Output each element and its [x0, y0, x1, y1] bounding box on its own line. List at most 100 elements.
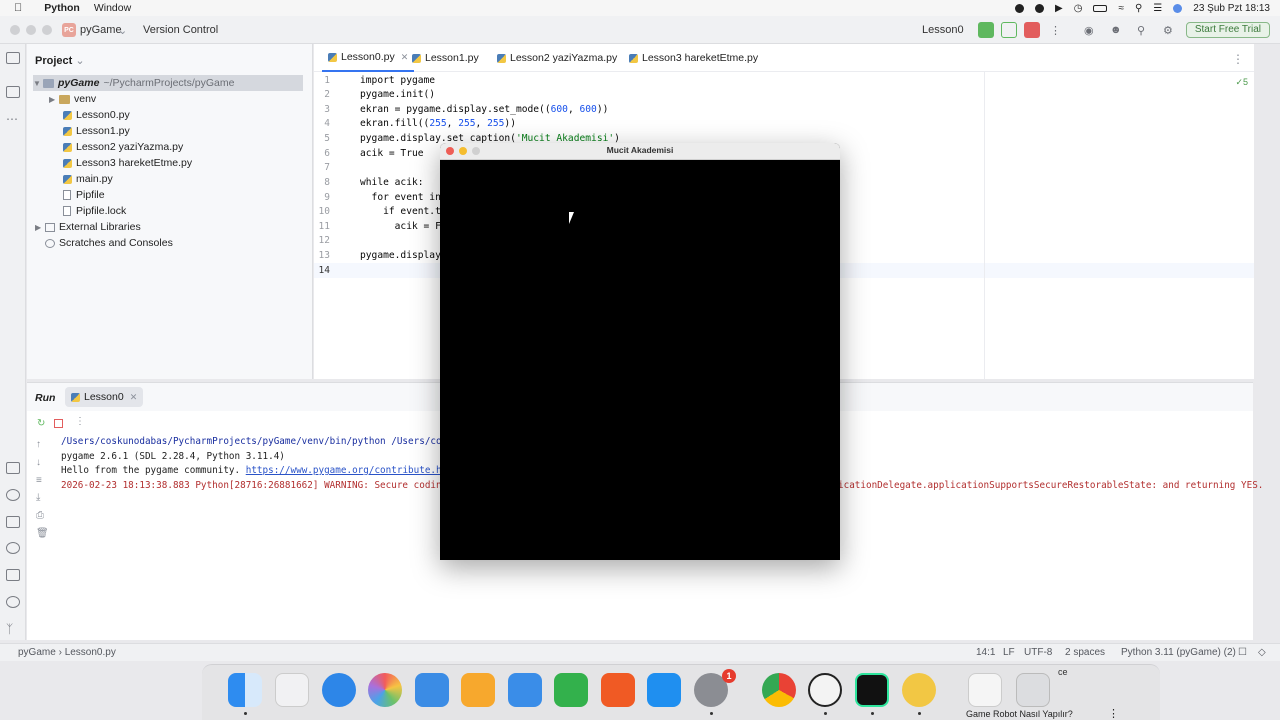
python-launcher-icon[interactable] — [902, 673, 936, 707]
notifications-icon[interactable]: ◇ — [1258, 647, 1266, 658]
window-zoom-button[interactable] — [42, 25, 52, 35]
more-tools-icon[interactable]: ⋯ — [6, 112, 20, 126]
terminal-icon[interactable] — [6, 569, 20, 581]
more-options-icon[interactable]: ⋮ — [1108, 707, 1119, 720]
battery-icon[interactable] — [1093, 4, 1108, 12]
tree-item-venv[interactable]: ▶ venv — [49, 91, 96, 107]
rerun-icon[interactable]: ↻ — [37, 418, 46, 429]
chrome-icon[interactable] — [762, 673, 796, 707]
finder-icon[interactable] — [228, 673, 262, 707]
cursor-position[interactable]: 14:1 — [976, 647, 995, 658]
tab-lesson0[interactable]: Lesson0.py ✕ — [322, 44, 415, 72]
launchpad-icon[interactable] — [275, 673, 309, 707]
run-config-selector[interactable]: Lesson0 — [922, 24, 964, 36]
print-icon[interactable]: ⎙ — [36, 510, 45, 521]
debug-button[interactable] — [1001, 22, 1017, 38]
file-encoding[interactable]: UTF-8 — [1024, 647, 1052, 658]
tree-item-main[interactable]: main.py — [63, 171, 113, 187]
python-interpreter[interactable]: Python 3.11 (pyGame) (2) — [1121, 647, 1236, 658]
tree-item-lesson3[interactable]: Lesson3 hareketEtme.py — [63, 155, 192, 171]
more-options-icon[interactable]: ⋮ — [1050, 24, 1061, 37]
panda-app-icon[interactable] — [808, 673, 842, 707]
pygame-window[interactable]: Mucit Akademisi — [440, 143, 840, 560]
vcs-tool-icon[interactable]: ᛉ — [6, 622, 20, 636]
expand-arrow-icon[interactable]: ▶ — [35, 223, 45, 232]
clock-icon[interactable]: ◷ — [1074, 3, 1083, 14]
code-line-2[interactable]: pygame.init() — [360, 89, 435, 100]
mail-icon[interactable] — [508, 673, 542, 707]
tab-lesson2[interactable]: Lesson2 yaziYazma.py — [491, 44, 623, 72]
code-line-13[interactable]: pygame.display. — [360, 250, 447, 261]
run-tab-lesson0[interactable]: Lesson0 ✕ — [65, 387, 144, 407]
code-line-1[interactable]: import pygame — [360, 75, 435, 86]
tree-item-scratches[interactable]: Scratches and Consoles — [45, 235, 173, 251]
close-icon[interactable]: ✕ — [130, 392, 138, 403]
code-line-10[interactable]: if event.typ — [360, 206, 452, 217]
arrow-down-icon[interactable]: ↓ — [36, 457, 45, 468]
tree-item-lesson0[interactable]: Lesson0.py — [63, 107, 130, 123]
indent-setting[interactable]: 2 spaces — [1065, 647, 1105, 658]
menubar-clock[interactable]: 23 Şub Pzt 18:13 — [1193, 3, 1270, 14]
control-center-icon[interactable]: ☰ — [1153, 3, 1162, 14]
tree-item-external-libraries[interactable]: ▶ External Libraries — [35, 219, 141, 235]
wifi-icon[interactable]: ≈ — [1118, 3, 1124, 14]
expand-arrow-icon[interactable]: ▶ — [49, 95, 59, 104]
python-console-icon[interactable] — [6, 516, 20, 528]
breadcrumb-file[interactable]: Lesson0.py — [65, 647, 116, 658]
menu-window[interactable]: Window — [94, 2, 131, 14]
breadcrumb-project[interactable]: pyGame — [8, 647, 56, 658]
safari-icon[interactable] — [322, 673, 356, 707]
project-badge[interactable]: PC — [62, 23, 76, 37]
search-icon[interactable]: ⚲ — [1135, 3, 1142, 14]
tree-item-pipfile-lock[interactable]: Pipfile.lock — [63, 203, 126, 219]
overlay-video-caption[interactable]: Game Robot Nasıl Yapılır? — [966, 709, 1073, 719]
project-panel-title[interactable]: Project ⌄ — [35, 54, 85, 67]
code-line-4[interactable]: ekran.fill((255, 255, 255)) — [360, 118, 516, 129]
window-close-button[interactable] — [10, 25, 20, 35]
code-line-3[interactable]: ekran = pygame.display.set_mode((600, 60… — [360, 104, 608, 115]
tree-item-lesson1[interactable]: Lesson1.py — [63, 123, 130, 139]
services-icon[interactable] — [6, 542, 20, 554]
soft-wrap-icon[interactable]: ≡ — [36, 475, 45, 486]
tree-item-lesson2[interactable]: Lesson2 yaziYazma.py — [63, 139, 183, 155]
settings-gear-icon[interactable]: ⚙ — [1163, 24, 1173, 37]
brave-browser-icon[interactable] — [601, 673, 635, 707]
numbers-icon[interactable] — [554, 673, 588, 707]
menu-app-name[interactable]: Python — [44, 2, 80, 14]
pages-icon[interactable] — [461, 673, 495, 707]
problems-icon[interactable] — [6, 596, 20, 608]
expand-arrow-icon[interactable]: ▼ — [33, 79, 43, 88]
run-tool-icon[interactable] — [6, 462, 20, 474]
tab-lesson3[interactable]: Lesson3 hareketEtme.py — [623, 44, 764, 72]
play-icon[interactable]: ▶ — [1055, 3, 1063, 14]
keynote-icon[interactable] — [415, 673, 449, 707]
tab-lesson1[interactable]: Lesson1.py — [406, 44, 485, 72]
run-panel-title[interactable]: Run — [35, 392, 55, 404]
tree-item-pipfile[interactable]: Pipfile — [63, 187, 105, 203]
code-line-6[interactable]: acik = True — [360, 148, 424, 159]
ai-assistant-icon[interactable]: ◉ — [1084, 24, 1094, 37]
apple-icon[interactable]:  — [14, 2, 22, 14]
search-everywhere-icon[interactable]: ⚲ — [1137, 24, 1145, 37]
trash-icon[interactable] — [1016, 673, 1050, 707]
screen-share-icon[interactable] — [1035, 3, 1045, 13]
start-free-trial-button[interactable]: Start Free Trial — [1185, 22, 1270, 38]
add-user-icon[interactable]: ☻ — [1110, 24, 1122, 36]
window-minimize-button[interactable] — [26, 25, 36, 35]
project-tool-icon[interactable] — [6, 52, 20, 64]
inspection-widget[interactable]: ✓5 — [1235, 77, 1248, 88]
app-store-icon[interactable] — [647, 673, 681, 707]
rerun-button[interactable] — [978, 22, 994, 38]
tree-root-pygame[interactable]: ▼ pyGame ~/PycharmProjects/pyGame — [33, 75, 303, 91]
music-icon[interactable] — [968, 673, 1002, 707]
tab-options-icon[interactable]: ⋮ — [1232, 52, 1244, 66]
code-line-9[interactable]: for event in p — [360, 192, 453, 203]
photos-icon[interactable] — [368, 673, 402, 707]
code-line-8[interactable]: while acik: — [360, 177, 424, 188]
pycharm-icon[interactable] — [855, 673, 889, 707]
python-packages-icon[interactable] — [6, 489, 20, 501]
siri-icon[interactable] — [1173, 3, 1183, 13]
line-ending[interactable]: LF — [1003, 647, 1015, 658]
pygame-titlebar[interactable]: Mucit Akademisi — [440, 143, 840, 160]
stop-button[interactable] — [1024, 22, 1040, 38]
